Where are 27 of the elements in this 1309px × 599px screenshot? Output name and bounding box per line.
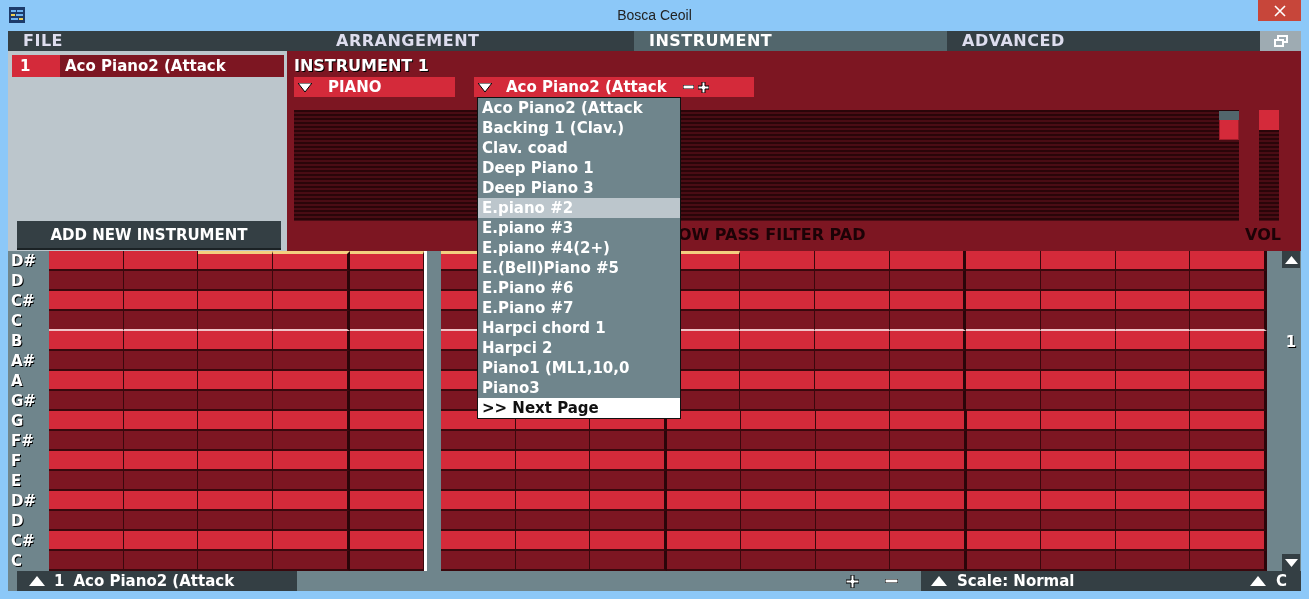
- instrument-heading: INSTRUMENT 1: [294, 57, 430, 77]
- note-label: D: [10, 511, 25, 531]
- instrument-number: 1: [54, 572, 65, 590]
- note-label: E: [10, 471, 23, 491]
- octave-label: 1: [1285, 333, 1297, 351]
- scale-label: Scale: Normal: [957, 572, 1075, 590]
- key-label: C: [1276, 572, 1287, 590]
- note-label: A: [10, 371, 24, 391]
- note-label: F: [10, 451, 23, 471]
- note-label: G: [10, 411, 25, 431]
- note-label: C: [10, 311, 23, 331]
- note-label: C#: [10, 531, 36, 551]
- note-label: D#: [10, 491, 38, 511]
- note-label: A#: [10, 351, 37, 371]
- instrument-number: 1: [12, 55, 60, 77]
- note-label: D: [10, 271, 25, 291]
- note-label: F#: [10, 431, 35, 451]
- note-label: G#: [10, 391, 37, 411]
- instrument-name: Aco Piano2 (Attack: [73, 572, 235, 590]
- window-title: Bosca Ceoil: [616, 7, 693, 23]
- note-label: C#: [10, 291, 36, 311]
- category-label: PIANO: [328, 78, 382, 96]
- note-label: C: [10, 551, 23, 571]
- note-label: D#: [10, 251, 38, 271]
- note-label: B: [10, 331, 24, 351]
- instrument-name: Aco Piano2 (Attack: [64, 56, 226, 77]
- volume-label: VOL: [1245, 225, 1281, 244]
